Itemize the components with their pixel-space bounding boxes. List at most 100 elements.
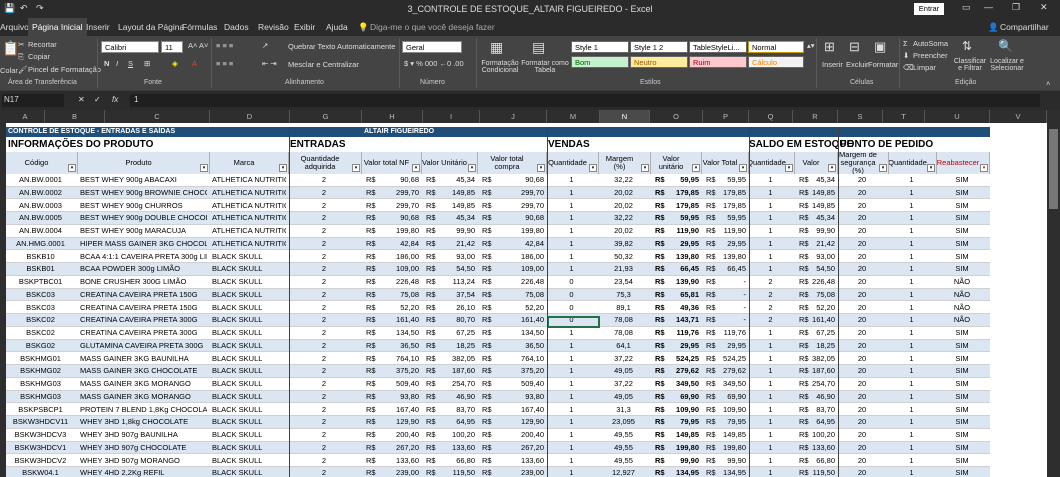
table-cell[interactable]: AN.BW.0001 — [6, 174, 75, 186]
table-cell[interactable]: 20 — [838, 289, 886, 301]
filter-dropdown-icon[interactable]: ▾ — [980, 164, 988, 172]
table-cell[interactable]: 149,85 — [795, 200, 835, 212]
orientation-icon[interactable]: ↗ — [262, 41, 268, 50]
table-cell[interactable]: AN.HMG.0001 — [6, 238, 75, 250]
table-cell[interactable]: 29,95 — [651, 238, 699, 250]
table-cell[interactable]: 23,54 — [599, 276, 648, 288]
table-cell[interactable]: ATLHETICA NUTRITION — [210, 174, 286, 186]
table-cell[interactable]: 64,1 — [599, 340, 648, 352]
table-cell[interactable]: 133,60 — [362, 455, 419, 467]
table-cell[interactable]: 1 — [547, 378, 596, 390]
table-cell[interactable]: 20 — [838, 302, 886, 314]
table-cell[interactable]: 49,55 — [599, 429, 648, 441]
table-cell[interactable]: 2 — [289, 187, 359, 199]
table-cell[interactable]: BLACK SKULL — [210, 263, 286, 275]
table-cell[interactable]: MASS GAINER 3KG BAUNILHA — [78, 353, 207, 365]
table-cell[interactable]: AN.BW.0002 — [6, 187, 75, 199]
filter-dropdown-icon[interactable]: ▾ — [279, 164, 287, 172]
table-cell[interactable]: 20 — [838, 416, 886, 428]
table-cell[interactable]: 80,70 — [422, 314, 475, 326]
table-cell[interactable]: 20 — [838, 263, 886, 275]
table-cell[interactable]: 93,00 — [422, 251, 475, 263]
fill-button[interactable]: Preencher — [913, 51, 948, 60]
table-cell[interactable]: 0 — [547, 289, 596, 301]
tab-dados[interactable]: Dados — [224, 22, 249, 32]
number-format-select[interactable]: Geral — [402, 41, 462, 53]
table-cell[interactable]: 20,02 — [599, 200, 648, 212]
table-cell[interactable]: 93,80 — [362, 391, 419, 403]
table-cell[interactable]: 32,22 — [599, 212, 648, 224]
tab-pagina-inicial[interactable]: Página Inicial — [28, 18, 87, 36]
table-cell[interactable]: 179,85 — [702, 187, 746, 199]
table-cell[interactable]: MASS GAINER 3KG MORANGO — [78, 391, 207, 403]
table-cell[interactable]: 1 — [547, 251, 596, 263]
table-cell[interactable]: 1 — [889, 391, 934, 403]
table-cell[interactable]: 50,32 — [599, 251, 648, 263]
table-cell[interactable]: 2 — [289, 174, 359, 186]
table-cell[interactable]: 45,34 — [422, 212, 475, 224]
table-cell[interactable]: 52,20 — [795, 302, 835, 314]
font-name-select[interactable]: Calibri — [101, 41, 159, 53]
table-cell[interactable]: 90,68 — [478, 212, 544, 224]
table-cell[interactable]: 66,80 — [795, 455, 835, 467]
table-cell[interactable]: CREATINA CAVEIRA PRETA 300G — [78, 314, 207, 326]
table-cell[interactable]: 1 — [889, 455, 934, 467]
table-cell[interactable]: 99,90 — [795, 225, 835, 237]
table-cell[interactable]: 37,54 — [422, 289, 475, 301]
table-cell[interactable]: 18,25 — [795, 340, 835, 352]
table-cell[interactable]: BSKB10 — [6, 251, 75, 263]
table-cell[interactable]: 2 — [289, 455, 359, 467]
table-cell[interactable]: 20 — [838, 340, 886, 352]
paste-button[interactable]: Colar — [0, 66, 18, 75]
worksheet-grid[interactable]: CONTROLE DE ESTOQUE - ENTRADAS E SAÍDAS … — [0, 123, 1060, 477]
table-cell[interactable]: 75,08 — [795, 289, 835, 301]
table-cell[interactable]: BCAA 4:1:1 CAVEIRA PRETA 300g LIMÃO — [78, 251, 207, 263]
table-cell[interactable]: 764,10 — [362, 353, 419, 365]
table-cell[interactable]: 161,40 — [362, 314, 419, 326]
table-cell[interactable]: GLUTAMINA CAVEIRA PRETA 300G — [78, 340, 207, 352]
table-cell[interactable]: SIM — [937, 404, 987, 416]
table-cell[interactable]: SIM — [937, 391, 987, 403]
table-cell[interactable]: 78,08 — [599, 327, 648, 339]
table-cell[interactable]: 49,55 — [599, 455, 648, 467]
collapse-ribbon-icon[interactable]: ˄ — [1046, 79, 1050, 88]
table-cell[interactable]: BEST WHEY 900g DOUBLE CHOCOLATE — [78, 212, 207, 224]
table-cell[interactable]: 133,60 — [795, 442, 835, 454]
filter-dropdown-icon[interactable]: ▾ — [68, 164, 76, 172]
table-cell[interactable]: 186,00 — [478, 251, 544, 263]
table-cell[interactable]: 2 — [289, 391, 359, 403]
table-cell[interactable]: WHEY 3HD 907g MORANGO — [78, 455, 207, 467]
table-cell[interactable]: 349,50 — [651, 378, 699, 390]
table-cell[interactable]: 129,90 — [478, 416, 544, 428]
table-cell[interactable]: BSKW3HDCV2 — [6, 455, 75, 467]
table-cell[interactable]: 1 — [547, 391, 596, 403]
table-cell[interactable]: 1 — [547, 353, 596, 365]
table-cell[interactable]: SIM — [937, 365, 987, 377]
accounting-icons[interactable]: $ ▾ % 000 ←0 .00 — [404, 59, 464, 68]
table-cell[interactable]: 1 — [749, 455, 792, 467]
table-cell[interactable]: 1 — [547, 238, 596, 250]
table-cell[interactable]: 1 — [889, 429, 934, 441]
table-cell[interactable]: - — [702, 314, 747, 326]
table-cell[interactable]: 239,00 — [362, 467, 419, 477]
table-cell[interactable]: 1 — [889, 263, 934, 275]
table-cell[interactable]: 67,25 — [795, 327, 835, 339]
table-cell[interactable]: 187,60 — [422, 365, 475, 377]
table-cell[interactable]: 93,80 — [478, 391, 544, 403]
table-cell[interactable]: 20 — [838, 391, 886, 403]
filter-dropdown-icon[interactable]: ▾ — [352, 164, 360, 172]
underline-button[interactable]: S — [128, 59, 133, 68]
table-cell[interactable]: SIM — [937, 263, 987, 275]
table-cell[interactable]: 20 — [838, 212, 886, 224]
table-cell[interactable]: 29,95 — [702, 238, 746, 250]
table-cell[interactable]: 21,42 — [795, 238, 835, 250]
table-cell[interactable]: 226,48 — [362, 276, 419, 288]
format-cells-button[interactable]: Formatar — [868, 60, 898, 69]
table-cell[interactable]: 1 — [749, 263, 792, 275]
column-header[interactable]: J — [480, 110, 547, 123]
table-cell[interactable]: BLACK SKULL — [210, 391, 286, 403]
table-cell[interactable]: 1 — [889, 251, 934, 263]
table-cell[interactable]: 1 — [547, 404, 596, 416]
table-cell[interactable]: 1 — [889, 289, 934, 301]
table-cell[interactable]: SIM — [937, 238, 987, 250]
